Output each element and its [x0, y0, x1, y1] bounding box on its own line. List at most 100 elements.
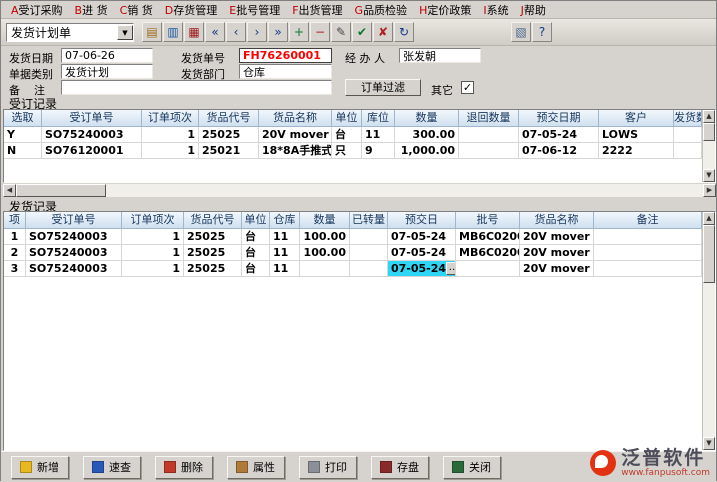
order-table-cell[interactable]: 11: [362, 127, 395, 143]
ship-table-cell[interactable]: 11: [270, 229, 300, 245]
order-table-cell[interactable]: 只: [332, 143, 362, 159]
order-table-cell[interactable]: [674, 127, 702, 143]
order-table-column-header[interactable]: 数量: [395, 110, 459, 127]
prev-record-icon[interactable]: ‹: [226, 22, 246, 42]
order-table-cell[interactable]: 9: [362, 143, 395, 159]
ship-table-cell[interactable]: 20V mover: [520, 229, 594, 245]
new-button[interactable]: 新增: [11, 456, 69, 479]
add-record-icon[interactable]: +: [289, 22, 309, 42]
chevron-down-icon[interactable]: ▼: [117, 25, 133, 40]
catalog-icon[interactable]: ▥: [163, 22, 183, 42]
scroll-up-icon[interactable]: ▲: [703, 212, 715, 225]
order-table-cell[interactable]: SO75240003: [42, 127, 142, 143]
ship-table-cell[interactable]: [350, 261, 388, 277]
scroll-thumb[interactable]: [16, 184, 106, 197]
ship-table-cell[interactable]: 25025: [184, 245, 242, 261]
post-record-icon[interactable]: ✔: [352, 22, 372, 42]
menu-item-b[interactable]: B进 货: [69, 1, 114, 19]
order-table-column-header[interactable]: 退回数量: [459, 110, 519, 127]
ship-table-column-header[interactable]: 批号: [456, 212, 520, 229]
order-table-cell[interactable]: Y: [4, 127, 42, 143]
remark-input[interactable]: [61, 80, 332, 95]
print-button[interactable]: 打印: [299, 456, 357, 479]
ship-table-column-header[interactable]: 已转量: [350, 212, 388, 229]
order-table-column-header[interactable]: 货品名称: [259, 110, 332, 127]
menu-item-j[interactable]: J帮助: [515, 1, 552, 19]
ship-table-cell[interactable]: 3: [4, 261, 26, 277]
order-table-hscrollbar[interactable]: ◀ ▶: [3, 184, 716, 197]
order-table-cell[interactable]: [459, 143, 519, 159]
scroll-thumb[interactable]: [703, 123, 715, 141]
ellipsis-button[interactable]: …: [446, 262, 456, 275]
ship-table-cell[interactable]: [594, 229, 702, 245]
ship-table-cell[interactable]: [300, 261, 350, 277]
order-table-cell[interactable]: 300.00: [395, 127, 459, 143]
ship-table-vscrollbar[interactable]: ▲ ▼: [702, 212, 715, 450]
last-record-icon[interactable]: »: [268, 22, 288, 42]
scroll-thumb[interactable]: [703, 225, 715, 283]
search-button[interactable]: 速查: [83, 456, 141, 479]
order-table-cell[interactable]: 1,000.00: [395, 143, 459, 159]
order-table-cell[interactable]: 1: [142, 143, 199, 159]
order-table-vscrollbar[interactable]: ▲ ▼: [702, 110, 715, 182]
ship-table-cell[interactable]: 25025: [184, 229, 242, 245]
first-record-icon[interactable]: «: [205, 22, 225, 42]
menu-item-g[interactable]: G品质检验: [349, 1, 414, 19]
refresh-icon[interactable]: ↻: [394, 22, 414, 42]
ship-table-column-header[interactable]: 项: [4, 212, 26, 229]
delete-button[interactable]: 删除: [155, 456, 213, 479]
order-table-cell[interactable]: 25021: [199, 143, 259, 159]
scroll-right-icon[interactable]: ▶: [703, 184, 716, 197]
order-table-row[interactable]: YSO7524000312502520V mover台11300.0007-05…: [4, 127, 702, 143]
menu-item-f[interactable]: F出货管理: [286, 1, 348, 19]
notebook-icon[interactable]: ▤: [142, 22, 162, 42]
ship-table-cell[interactable]: SO75240003: [26, 261, 122, 277]
ship-table-cell[interactable]: 100.00: [300, 245, 350, 261]
order-table-cell[interactable]: 25025: [199, 127, 259, 143]
order-table-cell[interactable]: 07-05-24: [519, 127, 599, 143]
delete-record-icon[interactable]: −: [310, 22, 330, 42]
ship-table-cell[interactable]: 1: [122, 229, 184, 245]
ship-table-cell[interactable]: 100.00: [300, 229, 350, 245]
ship-table-cell[interactable]: 台: [242, 229, 270, 245]
save-button[interactable]: 存盘: [371, 456, 429, 479]
ship-table-cell[interactable]: [594, 245, 702, 261]
ship-table-cell[interactable]: 2: [4, 245, 26, 261]
ship-table-cell[interactable]: [456, 261, 520, 277]
menu-item-a[interactable]: A受订采购: [5, 1, 69, 19]
menu-item-e[interactable]: E批号管理: [223, 1, 286, 19]
order-table-cell[interactable]: 07-06-12: [519, 143, 599, 159]
ship-table-column-header[interactable]: 仓库: [270, 212, 300, 229]
order-filter-button[interactable]: 订单过滤: [345, 79, 421, 96]
close-button[interactable]: 关闭: [443, 456, 501, 479]
ship-table-cell[interactable]: 20V mover: [520, 261, 594, 277]
ship-table-row[interactable]: 3SO75240003125025台1107-05-24…20V mover: [4, 261, 702, 277]
order-table-cell[interactable]: 1: [142, 127, 199, 143]
ship-table-column-header[interactable]: 货品名称: [520, 212, 594, 229]
ship-table-cell[interactable]: [594, 261, 702, 277]
menu-item-i[interactable]: I系统: [477, 1, 514, 19]
ship-table-cell[interactable]: [350, 245, 388, 261]
order-table-row[interactable]: NSO7612000112502118*8A手推式只91,000.0007-06…: [4, 143, 702, 159]
ship-table-column-header[interactable]: 订单项次: [122, 212, 184, 229]
ship-table-row[interactable]: 2SO75240003125025台11100.0007-05-24MB6C02…: [4, 245, 702, 261]
ship-table-column-header[interactable]: 受订单号: [26, 212, 122, 229]
filter-icon[interactable]: ▧: [511, 22, 531, 42]
order-table-cell[interactable]: LOWS: [599, 127, 674, 143]
ship-table-cell[interactable]: SO75240003: [26, 229, 122, 245]
other-checkbox[interactable]: ✓: [461, 81, 474, 94]
order-table-cell[interactable]: [674, 143, 702, 159]
scroll-left-icon[interactable]: ◀: [3, 184, 16, 197]
menu-item-h[interactable]: H定价政策: [413, 1, 477, 19]
ship-table-cell[interactable]: MB6C02000: [456, 229, 520, 245]
ship-table-cell[interactable]: 台: [242, 245, 270, 261]
ship-table-column-header[interactable]: 数量: [300, 212, 350, 229]
ship-table-cell[interactable]: 11: [270, 245, 300, 261]
order-table-cell[interactable]: N: [4, 143, 42, 159]
dept-input[interactable]: [239, 64, 332, 79]
ship-date-input[interactable]: [61, 48, 153, 63]
ship-table-cell[interactable]: 1: [122, 245, 184, 261]
ship-table-cell[interactable]: 11: [270, 261, 300, 277]
brand-url[interactable]: www.fanpusoft.com: [621, 469, 710, 478]
ship-table-row[interactable]: 1SO75240003125025台11100.0007-05-24MB6C02…: [4, 229, 702, 245]
